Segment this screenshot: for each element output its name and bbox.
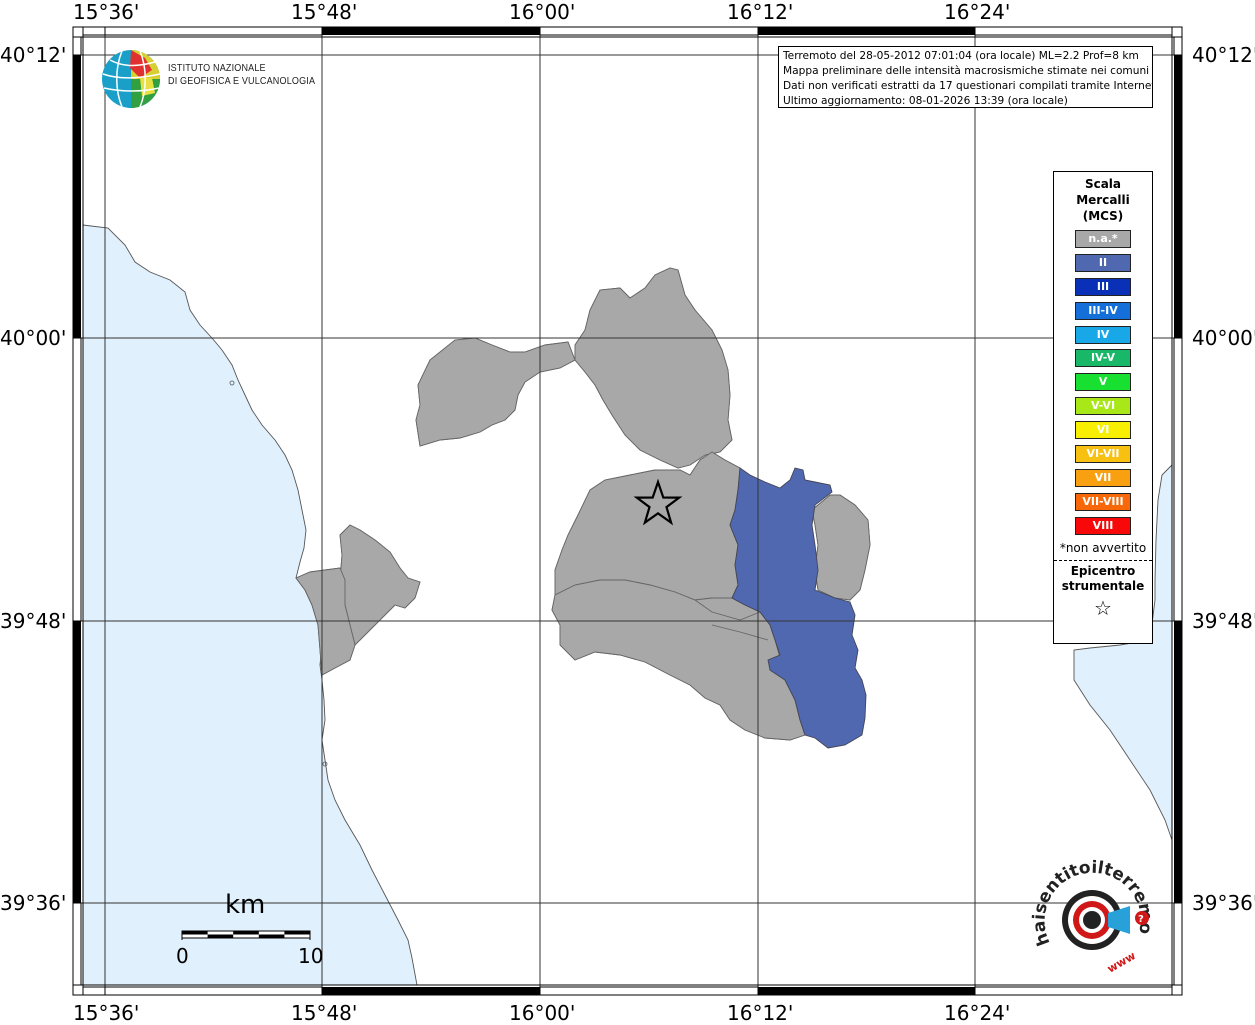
lat-label-right: 39°48' <box>1192 609 1255 633</box>
lat-label-left: 40°00' <box>0 326 67 350</box>
scale-bar-min: 0 <box>176 944 189 968</box>
lon-label-top: 16°12' <box>727 0 794 24</box>
scale-bar-unit: km <box>225 890 266 920</box>
lat-label-left: 39°36' <box>0 891 67 915</box>
legend-item: V-VI <box>1075 397 1131 416</box>
ingv-globe-icon <box>102 50 161 108</box>
haisentito-url: www <box>1105 949 1138 976</box>
legend-item: III-IV <box>1075 301 1131 320</box>
lon-label-bottom: 15°36' <box>73 1001 140 1025</box>
lon-label-bottom: 16°12' <box>727 1001 794 1025</box>
legend-separator <box>1054 559 1152 561</box>
event-info-line: Mappa preliminare delle intensità macros… <box>783 65 1150 77</box>
legend-item: III <box>1075 277 1131 296</box>
legend-item: IV <box>1075 325 1131 344</box>
ingv-name-line2: DI GEOFISICA E VULCANOLOGIA <box>168 75 316 87</box>
star-icon: ☆ <box>1094 595 1112 620</box>
legend-item: IV-V <box>1075 349 1131 368</box>
svg-text:?: ? <box>1138 914 1144 925</box>
haisentito-logo[interactable]: haisentitoilterremoto.it ? www <box>1024 843 1160 988</box>
legend-epicenter-label: strumentale <box>1061 578 1145 593</box>
haisentito-logo-icon: haisentitoilterremoto.it ? www <box>1024 843 1156 976</box>
lon-label-bottom: 16°24' <box>944 1001 1011 1025</box>
legend-items: n.a.* II III III-IV IV IV-V V V-VI VI VI-VII VII VI… <box>1054 230 1152 535</box>
ingv-name-line1: ISTITUTO NAZIONALE <box>168 62 266 74</box>
lon-label-top: 16°00' <box>509 0 576 24</box>
scale-bar-max: 10 <box>298 944 324 968</box>
intensity-legend: Scala Mercalli (MCS) n.a.* II III III-IV IV I… <box>1053 171 1153 644</box>
lon-label-bottom: 15°48' <box>291 1001 358 1025</box>
legend-item: VII-VIII <box>1075 492 1131 511</box>
event-info-line: Terremoto del 28-05-2012 07:01:04 (ora l… <box>783 50 1139 62</box>
legend-item: VII <box>1075 468 1131 487</box>
lat-label-right: 40°12' <box>1192 43 1255 67</box>
lat-label-right: 40°00' <box>1192 326 1255 350</box>
legend-title: (MCS) <box>1082 209 1124 223</box>
event-info-line: Ultimo aggiornamento: 08-01-2026 13:39 (… <box>783 95 1068 107</box>
legend-item: VIII <box>1075 516 1131 535</box>
lon-label-top: 15°48' <box>291 0 358 24</box>
legend-note: *non avvertito <box>1059 540 1147 555</box>
event-info-line: Dati non verificati estratti da 17 quest… <box>783 80 1153 92</box>
legend-item: VI <box>1075 421 1131 440</box>
lon-label-bottom: 16°00' <box>509 1001 576 1025</box>
legend-item: II <box>1075 253 1131 272</box>
lon-label-top: 16°24' <box>944 0 1011 24</box>
event-info-box: Terremoto del 28-05-2012 07:01:04 (ora l… <box>778 46 1153 108</box>
legend-item: n.a.* <box>1075 230 1131 248</box>
lat-label-left: 40°12' <box>0 43 67 67</box>
lat-label-right: 39°36' <box>1192 891 1255 915</box>
legend-item: V <box>1075 373 1131 392</box>
ingv-logo: ISTITUTO NAZIONALE DI GEOFISICA E VULCAN… <box>100 46 320 110</box>
legend-item: VI-VII <box>1075 445 1131 464</box>
legend-epicenter-label: Epicentro <box>1070 563 1136 578</box>
lon-label-top: 15°36' <box>73 0 140 24</box>
legend-title: Mercalli <box>1076 193 1130 207</box>
legend-title: Scala <box>1084 177 1122 191</box>
lat-label-left: 39°48' <box>0 609 67 633</box>
